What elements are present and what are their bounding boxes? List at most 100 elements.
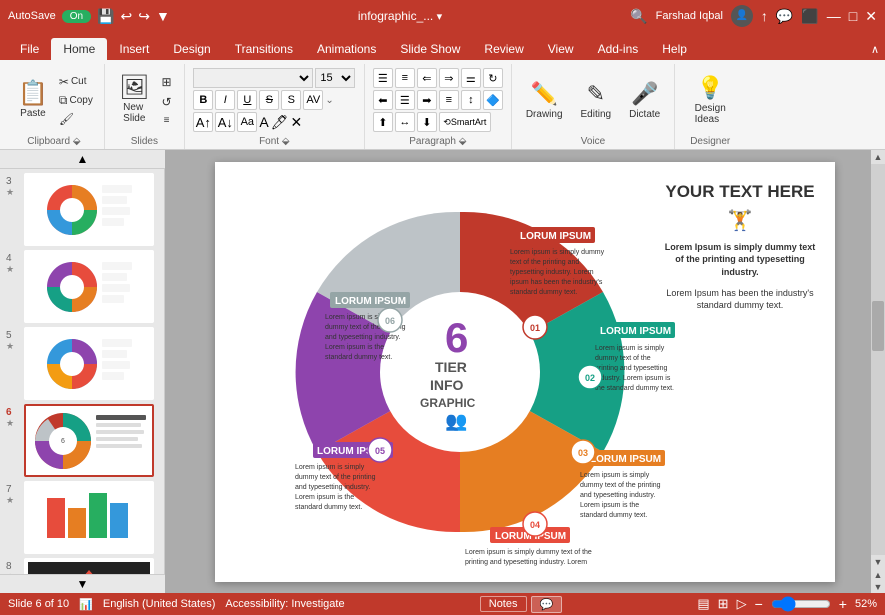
- slides-scroll-up[interactable]: ▲: [0, 150, 165, 169]
- svg-text:01: 01: [530, 323, 540, 333]
- tab-design[interactable]: Design: [161, 38, 222, 60]
- notes-button[interactable]: Notes: [480, 596, 527, 612]
- view-normal-icon[interactable]: ▤: [697, 596, 709, 612]
- svg-text:ipsum has been the industry's: ipsum has been the industry's: [510, 279, 603, 286]
- dictate-button[interactable]: 🎤 Dictate: [623, 78, 666, 123]
- underline-button[interactable]: U: [237, 90, 257, 110]
- editing-button[interactable]: ✎ Editing: [575, 78, 618, 123]
- tab-insert[interactable]: Insert: [107, 38, 161, 60]
- char-spacing-button[interactable]: AV: [303, 90, 323, 110]
- increase-indent-button[interactable]: ⇒: [439, 68, 459, 88]
- tab-review[interactable]: Review: [472, 38, 535, 60]
- decrease-indent-button[interactable]: ⇐: [417, 68, 437, 88]
- design-ideas-button[interactable]: 💡 DesignIdeas: [689, 72, 732, 128]
- slide-6-thumb[interactable]: 6: [24, 404, 154, 477]
- section-button[interactable]: ≡: [158, 113, 176, 128]
- undo-icon[interactable]: ↩: [120, 8, 132, 25]
- smart-art-button[interactable]: 🔷: [483, 90, 503, 110]
- title-bar-left: AutoSave On 💾 ↩ ↪ ▼: [8, 8, 170, 25]
- slide-8-thumb[interactable]: [24, 558, 154, 574]
- line-spacing-button[interactable]: ↕: [461, 90, 481, 110]
- customize-icon[interactable]: ▼: [156, 8, 170, 24]
- cut-button[interactable]: ✂ Cut: [56, 74, 96, 90]
- share-icon[interactable]: ↑: [761, 8, 768, 24]
- presentation-mode-icon[interactable]: ⬛: [801, 8, 818, 25]
- close-icon[interactable]: ✕: [865, 8, 877, 25]
- para-group-expand-icon[interactable]: ⬙: [459, 136, 467, 147]
- convert-to-smartart-button[interactable]: ⟲SmartArt: [439, 112, 491, 132]
- decrease-font-button[interactable]: A↓: [215, 112, 235, 132]
- italic-button[interactable]: I: [215, 90, 235, 110]
- align-left-button[interactable]: ⬅: [373, 90, 393, 110]
- clipboard-expand-icon[interactable]: ⬙: [73, 136, 81, 147]
- copy-button[interactable]: ⧉ Copy: [56, 92, 96, 109]
- slides-label: Slides: [131, 136, 158, 149]
- font-color-btn[interactable]: A: [259, 114, 268, 130]
- clipboard-label: Clipboard ⬙: [27, 136, 80, 149]
- tab-file[interactable]: File: [8, 38, 51, 60]
- bold-button[interactable]: B: [193, 90, 213, 110]
- minimize-icon[interactable]: —: [827, 8, 841, 24]
- increase-font-button[interactable]: A↑: [193, 112, 213, 132]
- canvas-scroll-mid-down[interactable]: ▼: [873, 581, 884, 593]
- slide-7-thumb[interactable]: [24, 481, 154, 554]
- slide-4-thumb[interactable]: [24, 250, 154, 323]
- maximize-icon[interactable]: □: [849, 8, 857, 24]
- numbered-list-button[interactable]: ≡: [395, 68, 415, 88]
- autosave-toggle[interactable]: On: [62, 10, 91, 23]
- drawing-button[interactable]: ✏️ Drawing: [520, 78, 569, 123]
- canvas-scroll-thumb[interactable]: [872, 301, 884, 351]
- svg-text:GRAPHIC: GRAPHIC: [420, 396, 476, 410]
- search-icon[interactable]: 🔍: [630, 8, 647, 25]
- font-size-select[interactable]: 15: [315, 68, 355, 88]
- clear-format-btn[interactable]: ✕: [290, 114, 302, 131]
- align-bottom-button[interactable]: ⬇: [417, 112, 437, 132]
- ribbon-collapse-btn[interactable]: ∧: [865, 39, 885, 60]
- slide-indicator-icon: 📊: [79, 598, 93, 611]
- comment-icon[interactable]: 💬: [776, 8, 793, 25]
- tab-addins[interactable]: Add-ins: [586, 38, 651, 60]
- save-icon[interactable]: 💾: [97, 8, 114, 25]
- comments-button[interactable]: 💬: [531, 596, 563, 613]
- font-group-expand-icon[interactable]: ⬙: [282, 136, 290, 147]
- paste-button[interactable]: 📋 Paste: [12, 79, 54, 122]
- zoom-out-btn[interactable]: −: [755, 596, 763, 612]
- slides-scroll-down[interactable]: ▼: [0, 574, 165, 593]
- redo-icon[interactable]: ↪: [138, 8, 150, 25]
- align-center-button[interactable]: ☰: [395, 90, 415, 110]
- format-painter-button[interactable]: 🖌: [56, 111, 96, 127]
- status-center: Notes 💬: [480, 596, 562, 613]
- accessibility-status[interactable]: Accessibility: Investigate: [225, 598, 344, 610]
- shadow-button[interactable]: S: [281, 90, 301, 110]
- highlight-btn[interactable]: 🖊: [271, 114, 289, 131]
- reset-button[interactable]: ↺: [158, 93, 176, 111]
- canvas-scroll-down[interactable]: ▼: [872, 555, 885, 569]
- view-outline-icon[interactable]: ⊞: [718, 596, 729, 612]
- font-expand-icon[interactable]: ⌄: [325, 95, 333, 106]
- justify-button[interactable]: ≡: [439, 90, 459, 110]
- tab-help[interactable]: Help: [650, 38, 699, 60]
- font-family-select[interactable]: [193, 68, 313, 88]
- view-slideshow-icon[interactable]: ▷: [737, 596, 747, 612]
- align-top-button[interactable]: ⬆: [373, 112, 393, 132]
- tab-animations[interactable]: Animations: [305, 38, 388, 60]
- layout-button[interactable]: ⊞: [158, 73, 176, 91]
- align-middle-button[interactable]: ↔: [395, 112, 415, 132]
- new-slide-button[interactable]: 🖼 NewSlide: [113, 73, 155, 127]
- tab-home[interactable]: Home: [51, 38, 107, 60]
- tab-slideshow[interactable]: Slide Show: [388, 38, 472, 60]
- canvas-scroll-up[interactable]: ▲: [872, 150, 885, 164]
- canvas-scroll-mid-up[interactable]: ▲: [873, 569, 884, 581]
- bullet-list-button[interactable]: ☰: [373, 68, 393, 88]
- columns-button[interactable]: ⚌: [461, 68, 481, 88]
- text-direction-button[interactable]: ↻: [483, 68, 503, 88]
- align-right-button[interactable]: ➡: [417, 90, 437, 110]
- tab-transitions[interactable]: Transitions: [223, 38, 305, 60]
- strikethrough-button[interactable]: S: [259, 90, 279, 110]
- change-case-button[interactable]: Aa: [237, 112, 257, 132]
- zoom-slider[interactable]: [771, 600, 831, 608]
- zoom-in-btn[interactable]: +: [839, 596, 847, 612]
- slide-5-thumb[interactable]: [24, 327, 154, 400]
- tab-view[interactable]: View: [536, 38, 586, 60]
- slide-3-thumb[interactable]: [24, 173, 154, 246]
